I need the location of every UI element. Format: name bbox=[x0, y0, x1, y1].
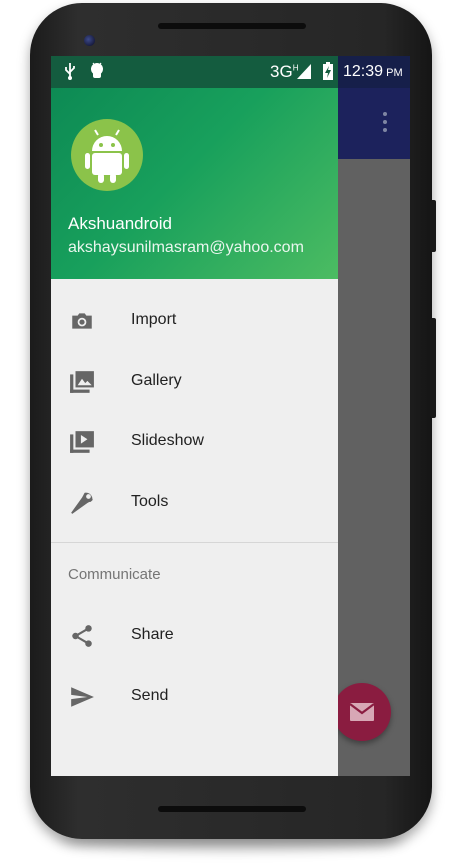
menu-item-share[interactable]: Share bbox=[51, 606, 338, 666]
network-type: 3GH bbox=[270, 62, 299, 81]
device-screen: 3GH 12:39 PM Akshuandroid akshaysunilmas… bbox=[51, 56, 410, 776]
menu-item-send[interactable]: Send bbox=[51, 667, 338, 727]
drawer-header: Akshuandroid akshaysunilmasram@yahoo.com bbox=[51, 88, 338, 279]
menu-item-gallery[interactable]: Gallery bbox=[51, 352, 338, 412]
email-fab[interactable] bbox=[333, 683, 391, 741]
usb-icon bbox=[65, 63, 75, 80]
volume-button bbox=[430, 200, 436, 252]
user-email: akshaysunilmasram@yahoo.com bbox=[68, 239, 304, 256]
avatar[interactable] bbox=[71, 119, 143, 191]
menu-item-label: Gallery bbox=[131, 372, 182, 389]
menu-item-label: Send bbox=[131, 687, 169, 704]
menu-item-slideshow[interactable]: Slideshow bbox=[51, 412, 338, 472]
android-debug-icon bbox=[91, 62, 103, 78]
menu-item-tools[interactable]: Tools bbox=[51, 473, 338, 533]
image-icon bbox=[70, 371, 94, 393]
clock: 12:39 PM bbox=[343, 63, 403, 80]
menu-item-label: Import bbox=[131, 311, 177, 328]
slideshow-icon bbox=[70, 431, 94, 453]
send-icon bbox=[71, 687, 94, 707]
top-speaker bbox=[158, 23, 306, 29]
bottom-speaker bbox=[158, 806, 306, 812]
email-icon bbox=[349, 703, 375, 721]
battery-charging-icon bbox=[323, 62, 333, 80]
menu-divider bbox=[51, 542, 338, 543]
menu-item-label: Share bbox=[131, 626, 174, 643]
front-camera bbox=[84, 35, 95, 46]
user-name: Akshuandroid bbox=[68, 214, 172, 233]
camera-icon bbox=[72, 313, 92, 329]
menu-item-import[interactable]: Import bbox=[51, 291, 338, 351]
status-bar: 3GH 12:39 PM bbox=[51, 56, 410, 88]
android-robot-icon bbox=[85, 129, 129, 183]
app-bar bbox=[338, 88, 410, 159]
wrench-icon bbox=[71, 492, 93, 514]
menu-item-label: Tools bbox=[131, 493, 169, 510]
signal-icon bbox=[297, 64, 311, 79]
menu-item-label: Slideshow bbox=[131, 432, 204, 449]
overflow-menu-icon[interactable] bbox=[382, 112, 388, 136]
power-button bbox=[430, 318, 436, 418]
share-icon bbox=[72, 625, 92, 647]
navigation-drawer: Akshuandroid akshaysunilmasram@yahoo.com… bbox=[51, 88, 338, 776]
section-header-communicate: Communicate bbox=[68, 566, 161, 583]
